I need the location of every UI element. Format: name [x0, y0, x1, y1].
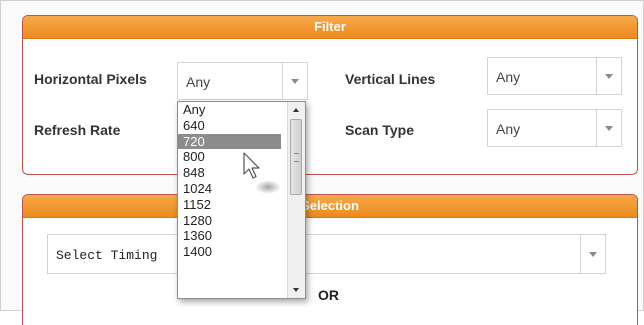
filter-panel: Filter — [22, 15, 638, 175]
dropdown-option[interactable]: 720 — [178, 133, 281, 150]
timing-select-value: Select Timing — [56, 248, 158, 263]
or-label: OR — [318, 287, 339, 303]
pointer-cursor-icon — [243, 152, 260, 179]
filter-header: Filter — [23, 16, 637, 39]
dropdown-option[interactable]: 1280 — [178, 213, 281, 229]
dropdown-option[interactable]: 800 — [178, 149, 281, 165]
horizontal-pixels-select[interactable]: Any — [177, 62, 308, 100]
refresh-rate-label: Refresh Rate — [34, 122, 121, 138]
dropdown-option[interactable]: 1400 — [178, 244, 281, 260]
vertical-lines-value: Any — [496, 69, 521, 85]
horizontal-pixels-value: Any — [186, 74, 211, 90]
dropdown-option[interactable]: 1360 — [178, 228, 281, 244]
chevron-down-icon[interactable] — [580, 235, 605, 273]
horizontal-pixels-dropdown[interactable]: Any 640 720 800 848 1024 1152 1280 1360 1400 — [177, 101, 306, 299]
chevron-down-icon[interactable] — [282, 63, 307, 99]
dropdown-scrollbar[interactable] — [287, 102, 305, 298]
cursor-shadow — [255, 180, 281, 194]
scroll-up-icon[interactable] — [288, 102, 305, 118]
scan-type-label: Scan Type — [345, 122, 414, 138]
dropdown-option[interactable]: 1152 — [178, 197, 281, 213]
dropdown-option[interactable]: Any — [178, 102, 281, 118]
chevron-down-icon[interactable] — [596, 58, 621, 94]
vertical-lines-select[interactable]: Any — [487, 57, 622, 95]
dropdown-option[interactable]: 640 — [178, 118, 281, 134]
scan-type-select[interactable]: Any — [487, 109, 622, 147]
timing-select[interactable]: Select Timing — [47, 234, 606, 274]
scroll-down-icon[interactable] — [288, 282, 305, 298]
selection-header: Selection — [23, 195, 637, 218]
vertical-lines-label: Vertical Lines — [345, 71, 436, 87]
chevron-down-icon[interactable] — [596, 110, 621, 146]
horizontal-pixels-label: Horizontal Pixels — [34, 71, 147, 87]
scan-type-value: Any — [496, 121, 521, 137]
dropdown-option[interactable]: 848 — [178, 165, 281, 181]
scroll-thumb[interactable] — [290, 119, 302, 195]
